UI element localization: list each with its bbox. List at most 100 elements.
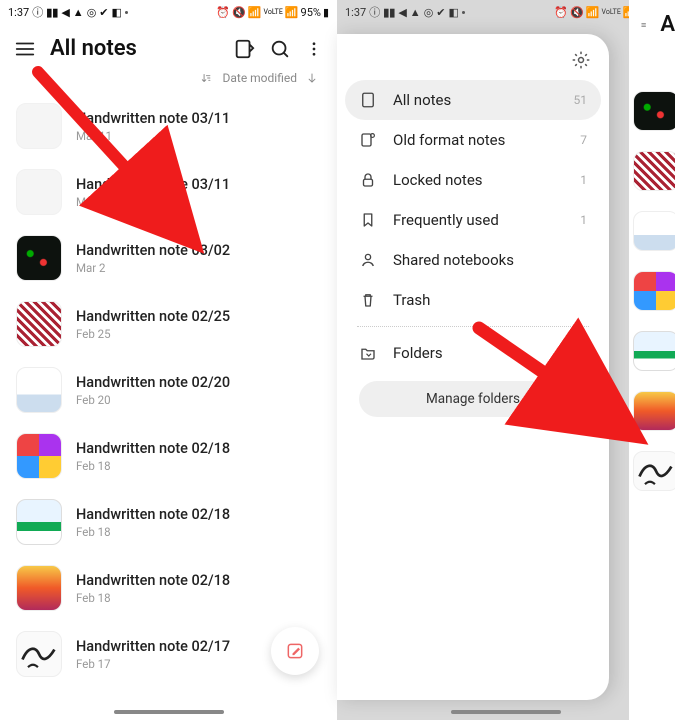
note-date: Feb 17 (76, 657, 230, 671)
note-item[interactable] (629, 441, 675, 501)
lock-icon (359, 171, 377, 189)
note-item[interactable] (629, 261, 675, 321)
nav-pill[interactable] (114, 710, 224, 714)
note-item[interactable]: Handwritten note 03/02 Mar 2 (12, 225, 325, 291)
note-thumbnail (633, 271, 675, 311)
note-date: Feb 18 (76, 591, 230, 605)
note-thumbnail (633, 151, 675, 191)
nav-count: 7 (580, 133, 587, 147)
note-thumbnail (16, 301, 62, 347)
note-date: Feb 20 (76, 393, 230, 407)
folder-icon (359, 344, 377, 362)
note-item[interactable]: Handwritten note 03/11 Mar 11 (12, 93, 325, 159)
notes-list: Handwritten note 03/11Mar 11Handwritten … (0, 93, 337, 687)
note-date: Feb 18 (76, 459, 230, 473)
compose-icon (285, 641, 305, 661)
more-icon[interactable] (305, 38, 323, 60)
background-peek: A (629, 0, 675, 720)
status-time: 1:37 (8, 6, 29, 19)
note-date: Feb 18 (76, 525, 230, 539)
note-title: Handwritten note 02/17 (76, 638, 230, 655)
oldfmt-icon (359, 131, 377, 149)
nav-label: Old format notes (393, 131, 564, 149)
note-thumbnail (633, 91, 675, 131)
status-bar: 1:37 ⓘ▮▮◀▲◎✔◧ ⏰🔇📶VoLTE📶 95%▮ (0, 0, 337, 24)
note-thumbnail (16, 235, 62, 281)
nav-label: Folders (393, 344, 558, 362)
search-icon[interactable] (269, 38, 291, 60)
nav-label: Locked notes (393, 171, 564, 189)
note-title: Handwritten note 03/11 (76, 110, 230, 127)
status-battery: 95% (301, 6, 321, 19)
note-thumbnail (16, 103, 62, 149)
compose-fab[interactable] (271, 627, 319, 675)
nav-item-person[interactable]: Shared notebooks (345, 240, 601, 280)
note-icon (359, 91, 377, 109)
nav-count: 1 (580, 173, 587, 187)
sort-bar[interactable]: Date modified (0, 65, 337, 93)
note-thumbnail (16, 565, 62, 611)
manage-folders-label: Manage folders (426, 391, 520, 407)
note-item[interactable]: Handwritten note 02/18 Feb 18 (12, 555, 325, 621)
page-title: All notes (50, 36, 219, 61)
note-thumbnail (16, 499, 62, 545)
note-thumbnail (633, 451, 675, 491)
nav-label: Trash (393, 291, 571, 309)
nav-item-lock[interactable]: Locked notes 1 (345, 160, 601, 200)
trash-icon (359, 291, 377, 309)
sort-label: Date modified (222, 71, 297, 85)
note-item[interactable]: Handwritten note 02/18 Feb 18 (12, 423, 325, 489)
note-item[interactable] (629, 201, 675, 261)
note-thumbnail (633, 391, 675, 431)
note-title: Handwritten note 03/02 (76, 242, 230, 259)
nav-item-oldfmt[interactable]: Old format notes 7 (345, 120, 601, 160)
nav-item-note[interactable]: All notes 51 (345, 80, 601, 120)
note-item[interactable]: Handwritten note 03/11 Mar 11 (12, 159, 325, 225)
note-title: Handwritten note 02/20 (76, 374, 230, 391)
nav-drawer: All notes 51 Old format notes 7 Locked notes… (337, 34, 609, 700)
person-icon (359, 251, 377, 269)
nav-pill[interactable] (451, 710, 561, 714)
note-thumbnail (633, 211, 675, 251)
note-date: Mar 11 (76, 195, 230, 209)
note-thumbnail (633, 331, 675, 371)
status-bar: 1:37 ⓘ▮▮◀▲◎✔◧ ⏰🔇📶VoLTE📶 95%▮ (337, 0, 675, 24)
export-pdf-icon[interactable] (233, 38, 255, 60)
hamburger-menu-icon[interactable] (641, 14, 646, 36)
note-date: Mar 2 (76, 261, 230, 275)
nav-count: 1 (580, 213, 587, 227)
note-date: Feb 25 (76, 327, 230, 341)
note-item[interactable]: Handwritten note 02/25 Feb 25 (12, 291, 325, 357)
nav-item-trash[interactable]: Trash (345, 280, 601, 320)
nav-count: 51 (574, 93, 588, 107)
nav-item-folders[interactable]: Folders 39 (345, 333, 601, 373)
note-title: Handwritten note 02/25 (76, 308, 230, 325)
manage-folders-button[interactable]: Manage folders (359, 381, 587, 417)
note-thumbnail (16, 367, 62, 413)
hamburger-menu-icon[interactable] (14, 38, 36, 60)
note-item[interactable] (629, 141, 675, 201)
note-title: Handwritten note 02/18 (76, 440, 230, 457)
note-item[interactable]: Handwritten note 02/20 Feb 20 (12, 357, 325, 423)
bookmark-icon (359, 211, 377, 229)
note-date: Mar 11 (76, 129, 230, 143)
nav-label: Shared notebooks (393, 251, 571, 269)
separator (357, 326, 589, 327)
note-title: Handwritten note 02/18 (76, 506, 230, 523)
sort-direction-icon[interactable] (305, 71, 319, 85)
nav-count: 39 (574, 346, 588, 360)
nav-label: All notes (393, 91, 558, 109)
note-item[interactable] (629, 81, 675, 141)
phone-left: 1:37 ⓘ▮▮◀▲◎✔◧ ⏰🔇📶VoLTE📶 95%▮ All notes D… (0, 0, 337, 720)
note-item[interactable] (629, 381, 675, 441)
note-item[interactable] (629, 321, 675, 381)
note-title: Handwritten note 02/18 (76, 572, 230, 589)
nav-item-bookmark[interactable]: Frequently used1 (345, 200, 601, 240)
note-item[interactable]: Handwritten note 02/18 Feb 18 (12, 489, 325, 555)
sort-icon (200, 71, 214, 85)
note-thumbnail (16, 433, 62, 479)
app-bar: All notes (0, 24, 337, 65)
phone-right: 1:37 ⓘ▮▮◀▲◎✔◧ ⏰🔇📶VoLTE📶 95%▮ A All notes… (337, 0, 675, 720)
settings-gear-icon[interactable] (571, 50, 591, 70)
note-title: Handwritten note 03/11 (76, 176, 230, 193)
